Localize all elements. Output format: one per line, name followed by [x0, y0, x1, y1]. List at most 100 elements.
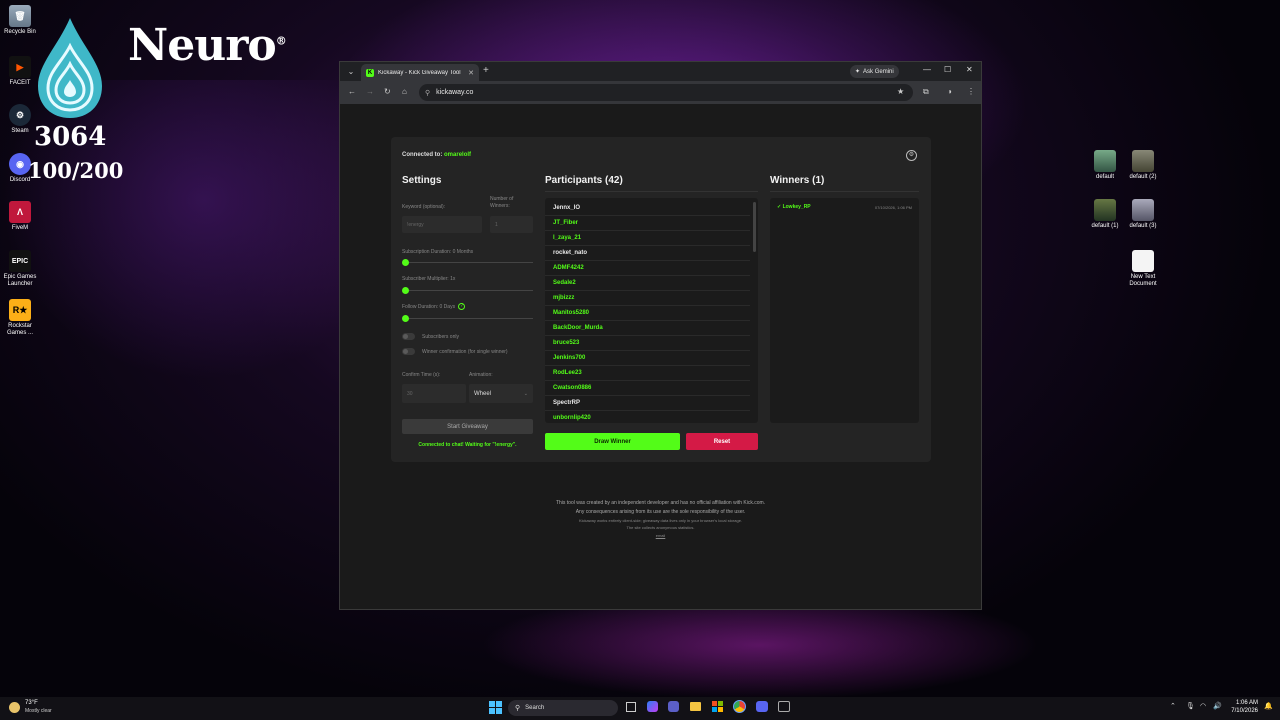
microsoft-store-icon[interactable] [712, 701, 723, 712]
keyword-input[interactable]: !energy [402, 216, 482, 233]
wifi-icon[interactable]: ◠ [1200, 702, 1206, 710]
kickaway-card: Connected to: omarelolf ⚙ Settings Keywo… [391, 137, 931, 462]
reset-button[interactable]: Reset [686, 433, 758, 450]
footer-disclaimer-2: Any consequences arising from its use ar… [575, 509, 746, 515]
slider-knob[interactable] [402, 315, 409, 322]
participants-divider [545, 191, 758, 192]
participant-row: SpectrRP [545, 396, 750, 411]
desktop-icon-recycle-bin[interactable]: 🗑 Recycle Bin [0, 5, 40, 36]
subscribers-only-label: Subscribers only [422, 334, 459, 340]
weather-moon-icon[interactable] [9, 702, 20, 713]
reload-icon[interactable]: ↻ [384, 87, 391, 96]
recycle-bin-icon: 🗑 [9, 5, 31, 27]
participant-row: rocket_nato [545, 246, 750, 261]
desktop-icon-default-2[interactable]: default (2) [1123, 150, 1163, 181]
participants-list[interactable]: Jennx_IO JT_Fiber l_zaya_21 rocket_nato ADMF… [545, 198, 758, 423]
animation-label: Animation: [469, 372, 493, 378]
tab-kickaway[interactable]: K Kickaway - Kick Giveaway Tool ✕ [361, 64, 479, 81]
subscribers-only-toggle[interactable] [402, 333, 415, 340]
profile-avatar-icon[interactable]: ◑ [947, 87, 952, 96]
search-icon: ⚲ [515, 705, 521, 712]
start-giveaway-button[interactable]: Start Giveaway [402, 419, 533, 434]
chat-status-message: Connected to chat! Waiting for "!energy"… [418, 442, 517, 448]
sub-duration-slider[interactable] [402, 259, 533, 266]
settings-gear-icon[interactable]: ⚙ [906, 150, 917, 161]
confirm-time-input[interactable]: 30 [402, 384, 466, 403]
snipping-tool-icon[interactable] [778, 701, 790, 712]
chevron-down-icon: ⌄ [523, 390, 528, 397]
browser-menu-icon[interactable]: ⋮ [967, 87, 975, 96]
participants-scrollbar[interactable] [753, 202, 756, 252]
steam-icon: ⚙ [9, 104, 31, 126]
slider-knob[interactable] [402, 259, 409, 266]
winners-count-input[interactable]: 1 [490, 216, 533, 233]
maximize-button[interactable]: ☐ [944, 65, 951, 74]
participants-title: Participants (42) [545, 175, 623, 186]
slider-knob[interactable] [402, 287, 409, 294]
desktop-icon-epic-games[interactable]: EPIC Epic Games Launcher [0, 250, 40, 288]
teams-icon[interactable] [668, 701, 679, 712]
participant-row: l_zaya_21 [545, 231, 750, 246]
minimize-button[interactable]: — [923, 65, 931, 74]
winner-confirmation-toggle[interactable] [402, 348, 415, 355]
winner-confirmation-label: Winner confirmation (for single winner) [422, 349, 508, 355]
extensions-icon[interactable]: ⧉ [923, 87, 929, 97]
draw-winner-button[interactable]: Draw Winner [545, 433, 680, 450]
system-tray-chevron-icon[interactable]: ⌃ [1170, 702, 1176, 710]
page-content: Connected to: omarelolf ⚙ Settings Keywo… [340, 104, 981, 609]
neuro-progress: 100/200 [28, 158, 124, 183]
participant-row: Sedale2 [545, 276, 750, 291]
volume-icon[interactable]: 🔊 [1213, 702, 1222, 710]
copilot-icon[interactable] [647, 701, 658, 712]
animation-select[interactable]: Wheel ⌄ [469, 384, 533, 403]
chrome-icon[interactable] [733, 700, 746, 713]
discord-taskbar-icon[interactable] [756, 701, 768, 712]
clock-date[interactable]: 7/10/2026 [1228, 708, 1258, 714]
microphone-icon[interactable]: 🎙 [1186, 702, 1195, 710]
browser-window: ⌄ K Kickaway - Kick Giveaway Tool ✕ + ✦ … [339, 61, 982, 610]
sub-duration-label: Subscription Duration: 0 Months [402, 249, 474, 255]
new-tab-button[interactable]: + [483, 65, 489, 76]
tab-close-icon[interactable]: ✕ [468, 69, 474, 77]
desktop-icon-default[interactable]: default [1085, 150, 1125, 181]
sub-multiplier-slider[interactable] [402, 287, 533, 294]
forward-arrow-icon[interactable]: → [366, 87, 374, 96]
desktop-icon-rockstar[interactable]: R★ Rockstar Games ... [0, 299, 40, 337]
tab-search-chevron-icon[interactable]: ⌄ [345, 66, 357, 78]
image-file-icon [1132, 150, 1154, 172]
help-icon[interactable]: ? [458, 303, 466, 310]
neuro-brand-title: Neuro® [128, 20, 287, 71]
weather-temp[interactable]: 73°F [25, 700, 38, 706]
site-info-icon[interactable]: ⚲ [425, 89, 430, 97]
file-explorer-icon[interactable] [690, 702, 701, 711]
participant-row: mjbizzz [545, 291, 750, 306]
desktop-icon-new-text-document[interactable]: New Text Document [1123, 250, 1163, 288]
close-window-button[interactable]: ✕ [966, 65, 973, 74]
windows-start-icon[interactable] [489, 701, 502, 714]
epic-games-icon: EPIC [9, 250, 31, 272]
desktop-icon-default-1[interactable]: default (1) [1085, 199, 1125, 230]
task-view-icon[interactable] [626, 702, 636, 712]
home-icon[interactable]: ⌂ [402, 87, 407, 96]
taskbar-search-box[interactable]: ⚲ Search [508, 700, 618, 716]
follow-duration-slider[interactable] [402, 315, 533, 322]
image-file-icon [1094, 150, 1116, 172]
ask-gemini-button[interactable]: ✦ Ask Gemini [850, 65, 899, 78]
clock-time[interactable]: 1:06 AM [1228, 700, 1258, 706]
notifications-bell-icon[interactable]: 🔔 [1264, 702, 1273, 710]
bookmark-star-icon[interactable]: ★ [897, 87, 904, 96]
address-bar[interactable]: ⚲ kickaway.co [419, 84, 913, 101]
browser-toolbar: ← → ↻ ⌂ ⚲ kickaway.co ★ ⧉ ◑ ⋮ [340, 81, 981, 104]
desktop-icon-fivem[interactable]: Λ FiveM [0, 201, 40, 232]
back-arrow-icon[interactable]: ← [348, 87, 356, 96]
winners-title: Winners (1) [770, 175, 825, 186]
desktop-icon-default-3[interactable]: default (3) [1123, 199, 1163, 230]
connection-status: Connected to: omarelolf [402, 152, 472, 158]
settings-title: Settings [402, 175, 442, 186]
footer-email-link[interactable]: email [340, 533, 981, 538]
winners-divider [770, 191, 919, 192]
weather-desc[interactable]: Mostly clear [25, 708, 52, 714]
desktop-icon-faceit[interactable]: ▶ FACEIT [0, 56, 40, 87]
neuro-drop-logo [38, 18, 102, 118]
footer-disclaimer-1: This tool was created by an independent … [555, 500, 766, 506]
